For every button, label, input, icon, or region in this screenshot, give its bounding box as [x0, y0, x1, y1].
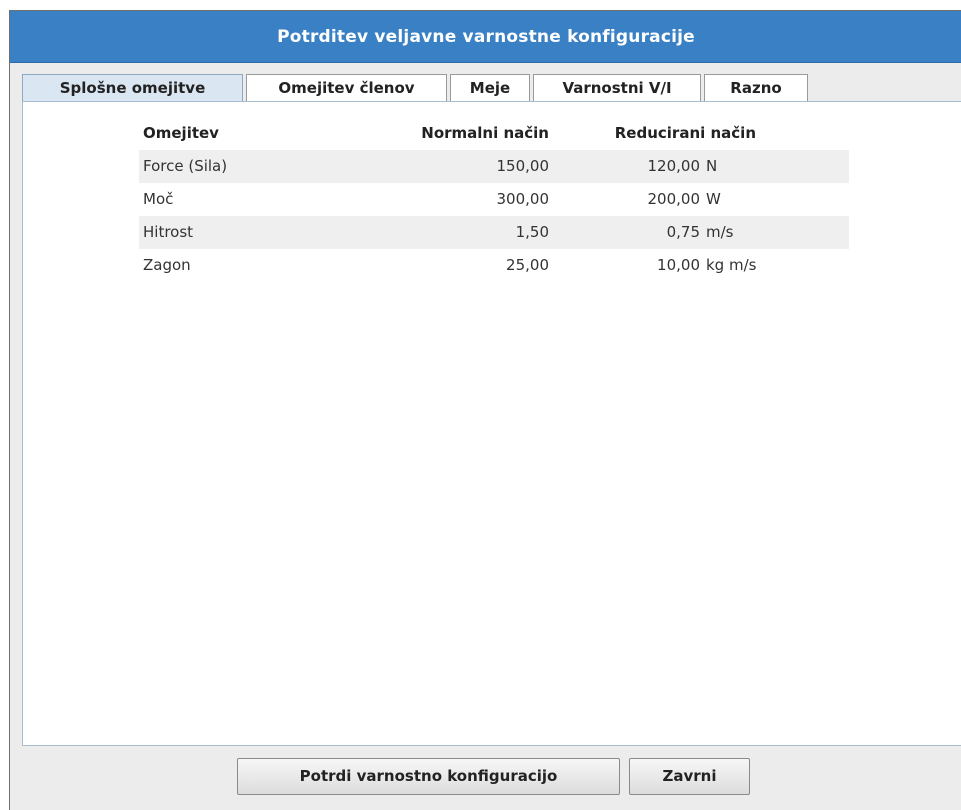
tab-safety-io[interactable]: Varnostni V/I [533, 74, 701, 101]
header-reduced-mode: Reducirani način [614, 124, 756, 142]
table-row: Hitrost 1,50 0,75 m/s [139, 216, 849, 249]
normal-value: 1,50 [515, 223, 549, 241]
general-limits-panel: Omejitev Normalni način Reducirani način… [22, 101, 961, 746]
table-row: Force (Sila) 150,00 120,00 N [139, 150, 849, 183]
limit-name: Force (Sila) [143, 157, 228, 175]
safety-config-dialog: Potrditev veljavne varnostne konfiguraci… [9, 10, 961, 810]
normal-value: 300,00 [496, 190, 550, 208]
reduced-value: 10,00 [657, 256, 700, 274]
table-row: Moč 300,00 200,00 W [139, 183, 849, 216]
table-row: Zagon 25,00 10,00 kg m/s [139, 249, 849, 282]
header-limit: Omejitev [143, 124, 219, 142]
tab-general-limits[interactable]: Splošne omejitve [22, 74, 243, 102]
limits-table: Omejitev Normalni način Reducirani način… [139, 122, 849, 282]
confirm-safety-config-button[interactable]: Potrdi varnostno konfiguracijo [237, 758, 620, 795]
unit: kg m/s [706, 256, 757, 274]
limit-name: Moč [143, 190, 174, 208]
reject-button[interactable]: Zavrni [629, 758, 750, 795]
reduced-value: 200,00 [647, 190, 701, 208]
normal-value: 25,00 [506, 256, 549, 274]
dialog-title: Potrditev veljavne varnostne konfiguraci… [10, 11, 961, 63]
limit-name: Zagon [143, 256, 191, 274]
header-normal-mode: Normalni način [421, 124, 549, 142]
reduced-value: 0,75 [666, 223, 700, 241]
tab-boundaries[interactable]: Meje [450, 74, 530, 101]
reduced-value: 120,00 [647, 157, 701, 175]
unit: N [706, 157, 718, 175]
tab-misc[interactable]: Razno [704, 74, 808, 101]
unit: m/s [706, 223, 734, 241]
unit: W [706, 190, 721, 208]
table-header: Omejitev Normalni način Reducirani način [139, 122, 849, 150]
tab-joint-limits[interactable]: Omejitev členov [246, 74, 447, 101]
limit-name: Hitrost [143, 223, 194, 241]
normal-value: 150,00 [496, 157, 550, 175]
